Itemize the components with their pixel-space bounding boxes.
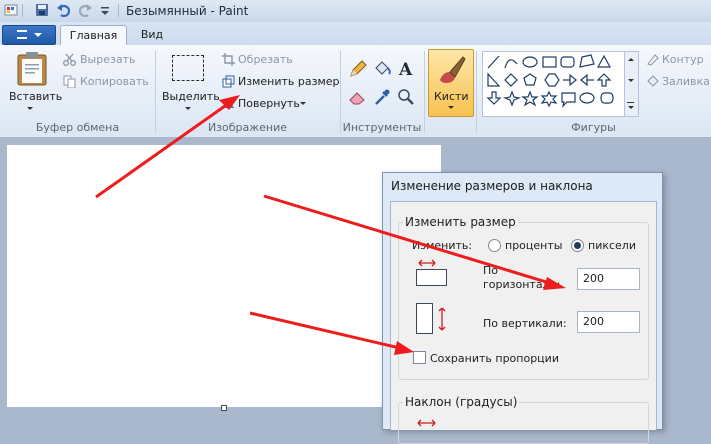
arrow-head (543, 277, 566, 290)
arrow-to-horizontal-input (263, 194, 557, 287)
annotation-arrows (95, 95, 566, 355)
arrow-to-keep-ratio (249, 311, 405, 351)
arrow-to-resize-button (95, 99, 233, 199)
arrow-head (394, 341, 414, 355)
